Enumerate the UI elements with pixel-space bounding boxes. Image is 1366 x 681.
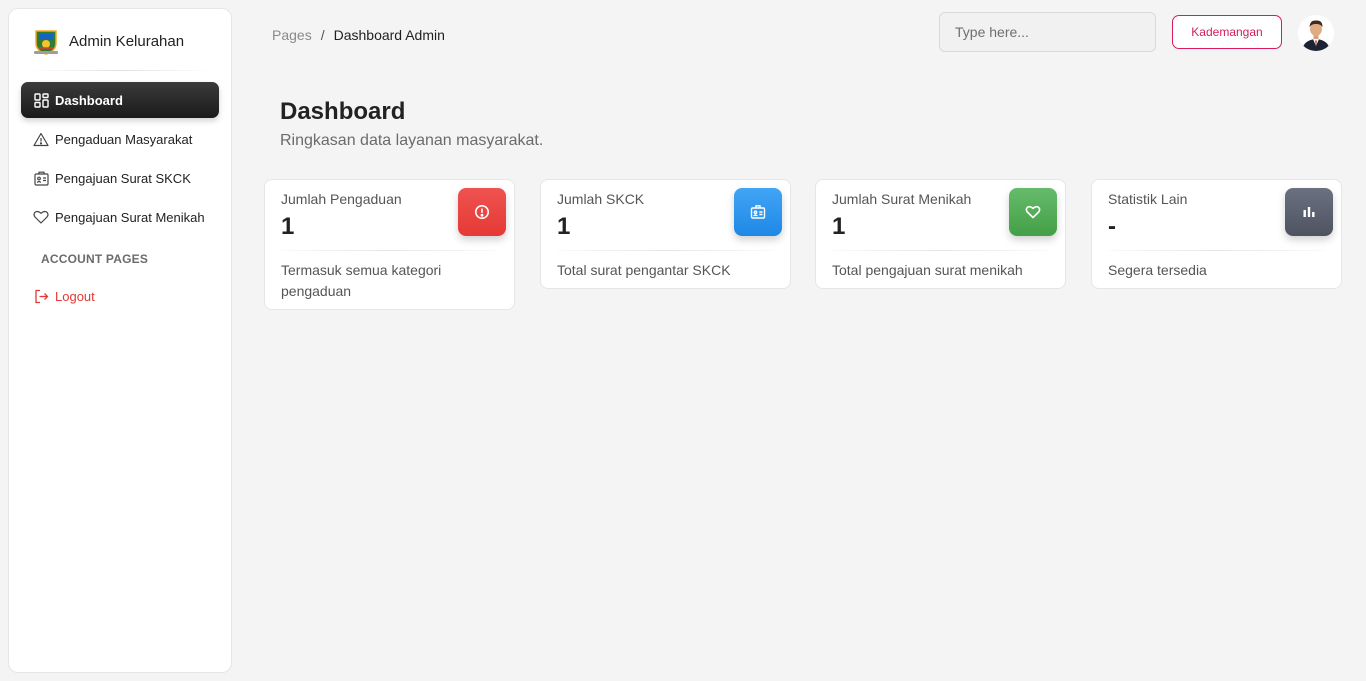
page-subtitle: Ringkasan data layanan masyarakat. [280,132,544,149]
alert-circle-icon [458,188,506,236]
stat-card-footer: Segera tersedia [1108,262,1207,278]
page-title: Dashboard [280,98,406,125]
breadcrumb-current: Dashboard Admin [333,27,445,43]
sidebar-nav: Dashboard Pengaduan Masyarakat Pengajuan… [21,82,219,317]
stat-card-label: Jumlah Surat Menikah [832,191,972,207]
stat-card-value: - [1108,213,1116,240]
stat-card-skck: Jumlah SKCK 1 Total surat pengantar SKCK [540,179,791,289]
breadcrumb: Pages / Dashboard Admin [272,27,445,43]
sidebar-item-label: Pengajuan Surat Menikah [55,209,205,225]
stat-card-divider [1108,250,1325,251]
sidebar-item-pengaduan[interactable]: Pengaduan Masyarakat [21,121,219,157]
stat-card-value: 1 [832,213,846,240]
breadcrumb-separator: / [320,27,325,43]
stat-card-label: Jumlah Pengaduan [281,191,402,207]
brand[interactable]: Admin Kelurahan [33,27,184,55]
avatar[interactable] [1298,15,1334,51]
logout-icon [33,288,49,304]
stat-card-label: Jumlah SKCK [557,191,645,207]
stat-card-footer: Total surat pengantar SKCK [557,262,731,278]
heart-icon [33,209,49,225]
user-button[interactable]: Kademangan [1172,15,1282,49]
breadcrumb-root[interactable]: Pages [272,27,312,43]
sidebar-item-menikah[interactable]: Pengajuan Surat Menikah [21,199,219,235]
logout-label: Logout [55,288,95,304]
sidebar-item-label: Dashboard [55,92,123,108]
id-card-icon [33,170,49,186]
brand-name: Admin Kelurahan [69,32,185,50]
bar-chart-icon [1285,188,1333,236]
stat-card-divider [832,250,1049,251]
heart-icon [1009,188,1057,236]
sidebar-item-dashboard[interactable]: Dashboard [21,82,219,118]
sidebar: Admin Kelurahan Dashboard Pengaduan Masy… [8,8,232,673]
stat-card-value: 1 [281,213,295,240]
sidebar-item-label: Pengajuan Surat SKCK [55,170,191,186]
search-input[interactable] [939,12,1156,52]
stat-card-statistik: Statistik Lain - Segera tersedia [1091,179,1342,289]
stat-card-divider [281,250,498,251]
stat-card-divider [557,250,774,251]
dashboard-icon [33,92,49,108]
page-heading: Dashboard Ringkasan data layanan masyara… [280,98,543,150]
stat-card-pengaduan: Jumlah Pengaduan 1 Termasuk semua katego… [264,179,515,310]
stat-card-value: 1 [557,213,571,240]
stat-card-footer: Termasuk semua kategori pengaduan [281,262,442,299]
section-title-account: ACCOUNT PAGES [41,252,149,266]
stat-card-footer: Total pengajuan surat menikah [832,262,1023,278]
stat-card-menikah: Jumlah Surat Menikah 1 Total pengajuan s… [815,179,1066,289]
sidebar-item-skck[interactable]: Pengajuan Surat SKCK [21,160,219,196]
stat-card-label: Statistik Lain [1108,191,1188,207]
logout-button[interactable]: Logout [21,278,219,314]
sidebar-divider [29,70,211,71]
id-badge-icon [734,188,782,236]
topbar: Pages / Dashboard Admin Kademangan [272,0,1366,70]
warning-icon [33,131,49,147]
kelurahan-logo-icon [34,30,58,55]
sidebar-item-label: Pengaduan Masyarakat [55,131,193,147]
